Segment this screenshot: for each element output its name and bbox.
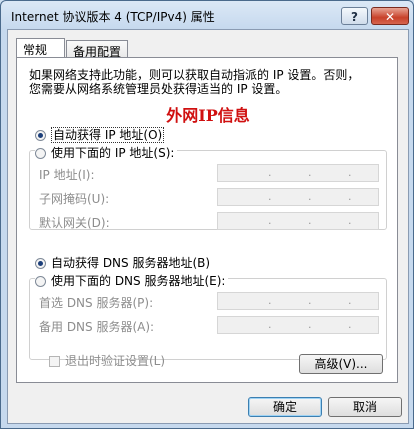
ip-dot: . [268,166,272,179]
ip-address-field[interactable]: ... [217,164,379,182]
alternate-dns-field[interactable]: ... [217,316,379,334]
ip-dot: . [268,318,272,331]
title-bar[interactable]: Internet 协议版本 4 (TCP/IPv4) 属性 ? ✕ [1,1,413,29]
ip-auto-label: 自动获得 IP 地址(O) [51,127,165,143]
default-gateway-field[interactable]: ... [217,212,379,230]
radio-selected-icon[interactable] [35,130,46,141]
ip-dot: . [268,190,272,203]
dns-manual-radio[interactable]: 使用下面的 DNS 服务器地址(E): [35,272,229,289]
dns-auto-radio[interactable]: 自动获得 DNS 服务器地址(B) [35,254,210,271]
advanced-button[interactable]: 高级(V)... [299,354,383,374]
ip-address-label: IP 地址(I): [39,168,95,182]
validate-on-exit-label: 退出时验证设置(L) [65,354,166,368]
ip-dot: . [348,294,352,307]
preferred-dns-label: 首选 DNS 服务器(P): [39,296,154,310]
dns-manual-label: 使用下面的 DNS 服务器地址(E): [51,274,226,288]
dns-auto-label: 自动获得 DNS 服务器地址(B) [51,256,211,270]
dialog-window: Internet 协议版本 4 (TCP/IPv4) 属性 ? ✕ 常规 备用配… [0,0,414,429]
ip-dot: . [308,318,312,331]
close-button[interactable]: ✕ [371,7,409,25]
ip-dot: . [308,190,312,203]
radio-unselected-icon[interactable] [35,276,46,287]
checkbox-icon[interactable] [49,356,60,367]
ip-dot: . [348,214,352,227]
ip-manual-radio[interactable]: 使用下面的 IP 地址(S): [35,144,178,161]
description-line-1: 如果网络支持此功能，则可以获取自动指派的 IP 设置。否则， [29,68,360,82]
radio-unselected-icon[interactable] [35,148,46,159]
ip-dot: . [348,166,352,179]
ip-dot: . [308,214,312,227]
subnet-mask-field[interactable]: ... [217,188,379,206]
default-gateway-label: 默认网关(D): [39,216,110,230]
ok-button[interactable]: 确定 [248,397,322,417]
ip-auto-radio[interactable]: 自动获得 IP 地址(O) [35,126,165,143]
annotation-text: 外网IP信息 [166,106,250,125]
preferred-dns-field[interactable]: ... [217,292,379,310]
window-title: Internet 协议版本 4 (TCP/IPv4) 属性 [11,10,215,24]
cancel-button[interactable]: 取消 [328,397,402,417]
tab-panel-general: 如果网络支持此功能，则可以获取自动指派的 IP 设置。否则， 您需要从网络系统管… [16,57,398,383]
help-button[interactable]: ? [341,7,368,25]
ip-dot: . [268,294,272,307]
dialog-client-area: 常规 备用配置 如果网络支持此功能，则可以获取自动指派的 IP 设置。否则， 您… [7,29,409,424]
ip-manual-label: 使用下面的 IP 地址(S): [51,146,175,160]
ip-dot: . [348,318,352,331]
description-text: 如果网络支持此功能，则可以获取自动指派的 IP 设置。否则， 您需要从网络系统管… [29,68,389,96]
tab-general[interactable]: 常规 [16,38,65,58]
radio-selected-icon[interactable] [35,258,46,269]
description-line-2: 您需要从网络系统管理员处获得适当的 IP 设置。 [29,82,288,96]
subnet-mask-label: 子网掩码(U): [39,192,110,206]
alternate-dns-label: 备用 DNS 服务器(A): [39,320,155,334]
tab-alternate-config[interactable]: 备用配置 [66,40,128,59]
validate-on-exit-checkbox[interactable]: 退出时验证设置(L) [49,352,165,369]
ip-dot: . [308,166,312,179]
ip-dot: . [308,294,312,307]
ip-dot: . [348,190,352,203]
ip-dot: . [268,214,272,227]
